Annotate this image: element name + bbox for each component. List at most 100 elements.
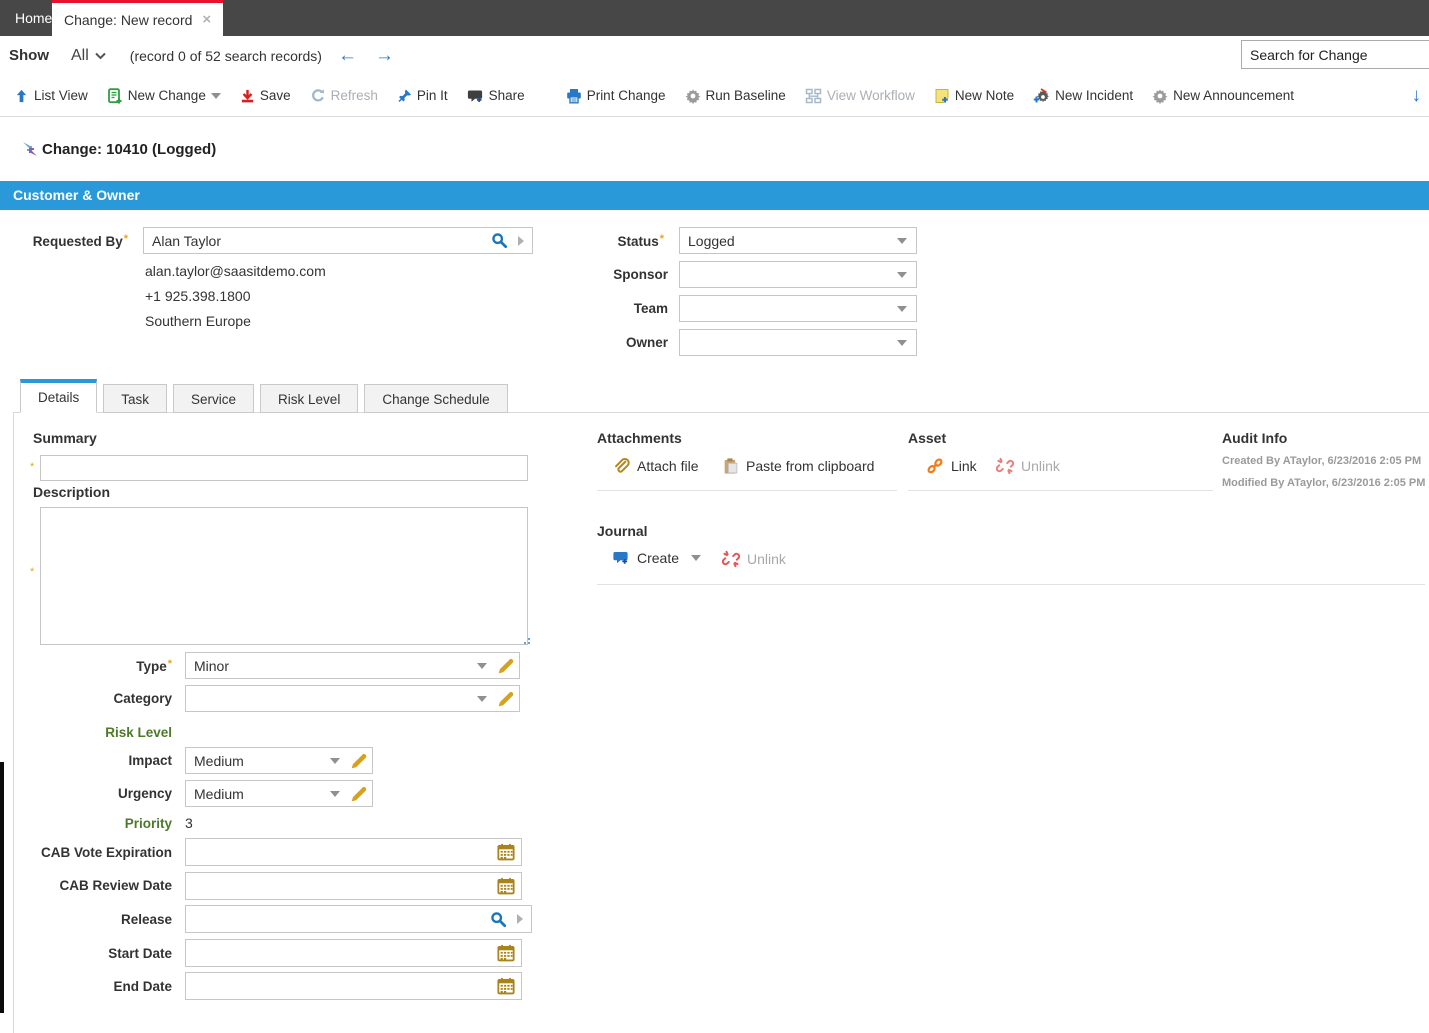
share-chat-icon [467,90,482,102]
edit-pencil-icon[interactable] [497,657,515,675]
show-filter-value: All [71,46,89,64]
next-record-arrow-icon[interactable]: → [375,45,394,67]
view-workflow-button[interactable]: View Workflow [805,88,915,104]
dropdown-arrow-icon[interactable] [477,662,487,669]
show-filter-dropdown[interactable]: All [71,47,106,65]
new-note-button[interactable]: New Note [934,88,1014,104]
requested-by-field[interactable]: Alan Taylor [143,227,533,254]
new-change-dropdown-icon[interactable] [210,92,221,99]
edit-pencil-icon[interactable] [350,752,368,770]
app-tab-bar: Home Change: New record × [0,0,1429,36]
attach-file-button[interactable]: Attach file [612,457,698,475]
dropdown-arrow-icon[interactable] [330,757,340,764]
dropdown-arrow-icon[interactable] [897,339,907,346]
priority-value: 3 [185,815,193,831]
asset-title: Asset [908,430,947,446]
new-announcement-button[interactable]: New Announcement [1152,88,1294,104]
clipboard-icon [724,458,738,474]
asset-divider [908,490,1213,491]
calendar-icon[interactable] [497,877,515,895]
broken-link-icon [722,550,740,568]
asset-unlink-button[interactable]: Unlink [996,457,1060,475]
journal-divider [597,584,1425,585]
type-select[interactable]: Minor [185,652,520,679]
cab-review-date-field[interactable] [185,872,522,900]
gear-icon [1152,88,1168,104]
printer-icon [566,88,581,104]
status-select[interactable]: Logged [679,227,917,254]
edit-pencil-icon[interactable] [497,690,515,708]
owner-select[interactable] [679,329,917,356]
description-textarea[interactable] [40,507,528,645]
journal-unlink-button[interactable]: Unlink [722,550,786,568]
cab-vote-expiration-label: CAB Vote Expiration [40,845,172,860]
workflow-icon [805,88,822,103]
close-tab-icon[interactable]: × [202,12,211,27]
dropdown-arrow-icon[interactable] [897,237,907,244]
asset-link-button[interactable]: Link [926,457,977,475]
calendar-icon[interactable] [497,977,515,995]
type-value: Minor [194,657,230,674]
team-select[interactable] [679,295,917,322]
release-label: Release [120,912,172,927]
start-date-field[interactable] [185,939,522,967]
new-change-button[interactable]: New Change [107,87,221,104]
save-button[interactable]: Save [240,88,291,104]
tab-risk-level[interactable]: Risk Level [260,384,359,413]
paste-from-clipboard-button[interactable]: Paste from clipboard [722,457,874,475]
cab-vote-expiration-field[interactable] [185,838,522,866]
edit-pencil-icon[interactable] [350,785,368,803]
dropdown-arrow-icon[interactable] [897,271,907,278]
search-input[interactable] [1241,40,1429,69]
pin-it-button[interactable]: Pin It [397,88,448,104]
end-date-field[interactable] [185,972,522,1000]
journal-create-button[interactable]: Create [612,550,702,566]
release-field[interactable] [185,905,532,933]
print-change-button[interactable]: Print Change [566,88,666,104]
tab-change-schedule[interactable]: Change Schedule [364,384,508,413]
expand-right-icon[interactable] [517,914,523,924]
sponsor-select[interactable] [679,261,917,288]
new-incident-button[interactable]: New Incident [1033,87,1133,104]
tab-change-new-record[interactable]: Change: New record × [52,0,224,36]
tab-task[interactable]: Task [103,384,168,413]
calendar-icon[interactable] [497,944,515,962]
urgency-select[interactable]: Medium [185,780,373,807]
summary-input[interactable] [40,455,528,481]
team-label: Team [633,301,668,316]
cab-review-date-label: CAB Review Date [59,878,172,893]
dropdown-arrow-icon[interactable] [897,305,907,312]
record-title-row: Change: 10410 (Logged) [20,139,216,159]
run-baseline-button[interactable]: Run Baseline [685,88,786,104]
journal-title: Journal [597,523,648,539]
share-button[interactable]: Share [467,88,525,104]
search-icon[interactable] [491,232,508,249]
resize-handle[interactable] [523,637,530,644]
refresh-button[interactable]: Refresh [310,88,378,104]
dropdown-arrow-icon[interactable] [330,790,340,797]
previous-record-arrow-icon[interactable]: ← [338,45,357,67]
requested-by-label: Requested By* [32,233,128,249]
tab-details[interactable]: Details [20,379,98,413]
toolbar-overflow-arrow-icon[interactable]: ↓ [1412,85,1422,107]
list-view-button[interactable]: List View [14,88,88,104]
change-record-icon [23,142,37,156]
dropdown-arrow-icon[interactable] [477,695,487,702]
end-date-label: End Date [113,979,172,994]
record-title: Change: 10410 (Logged) [42,140,217,158]
expand-right-icon[interactable] [518,235,524,246]
category-select[interactable] [185,685,520,712]
create-dropdown-icon[interactable] [691,555,702,561]
chevron-down-icon [95,52,106,59]
start-date-label: Start Date [108,946,172,961]
search-icon[interactable] [490,911,507,928]
calendar-icon[interactable] [497,843,515,861]
category-label: Category [113,691,172,706]
tab-service[interactable]: Service [173,384,255,413]
customer-owner-section-header: Customer & Owner [0,181,1429,210]
impact-select[interactable]: Medium [185,747,373,774]
priority-label: Priority [124,816,172,831]
journal-chat-icon [613,552,628,564]
type-label: Type* [136,658,172,674]
required-asterisk: * [167,658,172,670]
